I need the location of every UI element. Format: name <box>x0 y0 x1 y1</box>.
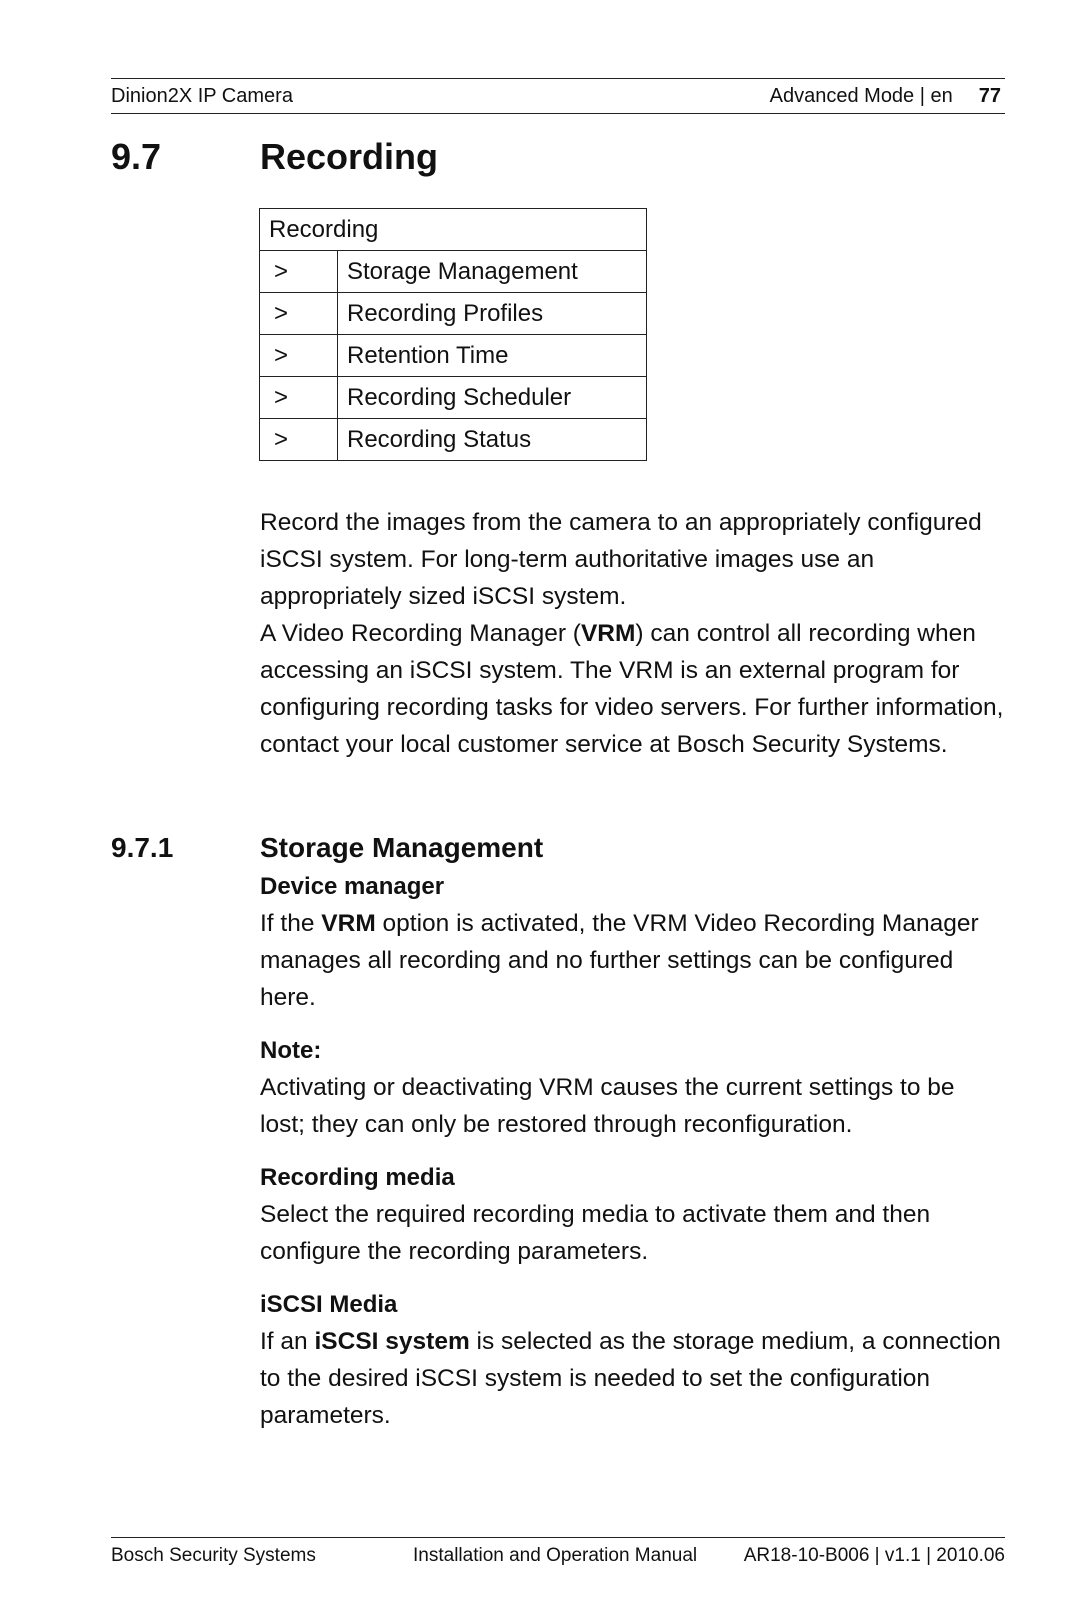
text-run: A Video Recording Manager ( <box>260 620 581 647</box>
chevron-right-icon: > <box>259 418 338 461</box>
menu-table-row: > Recording Status <box>259 418 647 461</box>
intro-paragraph-2: A Video Recording Manager (VRM) can cont… <box>260 615 1005 763</box>
block-heading: iSCSI Media <box>260 1291 398 1318</box>
page-number: 77 <box>978 85 1001 107</box>
menu-table-row: > Recording Scheduler <box>259 376 647 419</box>
chevron-right-icon: > <box>259 292 338 335</box>
block-heading: Device manager <box>260 873 445 900</box>
iscsi-media-block: iSCSI Media If an iSCSI system is select… <box>260 1286 1005 1434</box>
menu-table-row: > Storage Management <box>259 250 647 293</box>
block-heading: Recording media <box>260 1164 455 1191</box>
bold-term: VRM <box>580 620 636 647</box>
subsection-title: Storage Management <box>260 832 544 863</box>
menu-table-header: Recording <box>259 208 647 251</box>
intro-text: Record the images from the camera to an … <box>260 504 1005 763</box>
header-right: Advanced Mode | en 77 <box>770 85 1001 108</box>
page-footer: Bosch Security Systems Installation and … <box>111 1537 1005 1566</box>
menu-table-row: > Recording Profiles <box>259 292 647 335</box>
recording-media-block: Recording media Select the required reco… <box>260 1159 1005 1270</box>
subsection-body: Device manager If the VRM option is acti… <box>260 868 1005 1450</box>
text-run: Select the required recording media to a… <box>260 1201 931 1265</box>
block-text: Select the required recording media to a… <box>260 1196 1005 1270</box>
document-page: Dinion2X IP Camera Advanced Mode | en 77 … <box>111 0 1005 1618</box>
block-text: Activating or deactivating VRM causes th… <box>260 1069 1005 1143</box>
footer-manual: Installation and Operation Manual <box>413 1545 698 1566</box>
section-number: 9.7 <box>111 136 162 177</box>
menu-item-label: Recording Status <box>337 418 647 461</box>
block-text: If an iSCSI system is selected as the st… <box>260 1323 1005 1434</box>
header-section: Advanced Mode | en <box>769 85 953 107</box>
chevron-right-icon: > <box>259 250 338 293</box>
chevron-right-icon: > <box>259 334 338 377</box>
footer-company: Bosch Security Systems <box>111 1545 316 1566</box>
menu-item-label: Recording Profiles <box>337 292 647 335</box>
section-title: Recording <box>260 136 439 177</box>
page-header: Dinion2X IP Camera Advanced Mode | en 77 <box>111 78 1005 114</box>
text-run: If an <box>260 1328 315 1355</box>
menu-table-header-row: Recording <box>259 208 647 251</box>
device-manager-block: Device manager If the VRM option is acti… <box>260 868 1005 1016</box>
menu-path-table: Recording > Storage Management > Recordi… <box>259 208 647 461</box>
text-run: Activating or deactivating VRM causes th… <box>260 1074 955 1138</box>
menu-item-label: Storage Management <box>337 250 647 293</box>
bold-term: iSCSI system <box>314 1328 470 1355</box>
block-text: If the VRM option is activated, the VRM … <box>260 905 1005 1016</box>
intro-paragraph-1: Record the images from the camera to an … <box>260 509 982 610</box>
footer-doc-id: AR18-10-B006 | v1.1 | 2010.06 <box>743 1545 1005 1566</box>
menu-item-label: Retention Time <box>337 334 647 377</box>
bold-term: VRM <box>321 910 376 937</box>
chevron-right-icon: > <box>259 376 338 419</box>
block-heading: Note: <box>260 1037 322 1064</box>
text-run: If the <box>260 910 322 937</box>
menu-item-label: Recording Scheduler <box>337 376 647 419</box>
menu-table-row: > Retention Time <box>259 334 647 377</box>
subsection-number: 9.7.1 <box>111 832 174 863</box>
header-product: Dinion2X IP Camera <box>111 85 293 107</box>
note-block: Note: Activating or deactivating VRM cau… <box>260 1032 1005 1143</box>
